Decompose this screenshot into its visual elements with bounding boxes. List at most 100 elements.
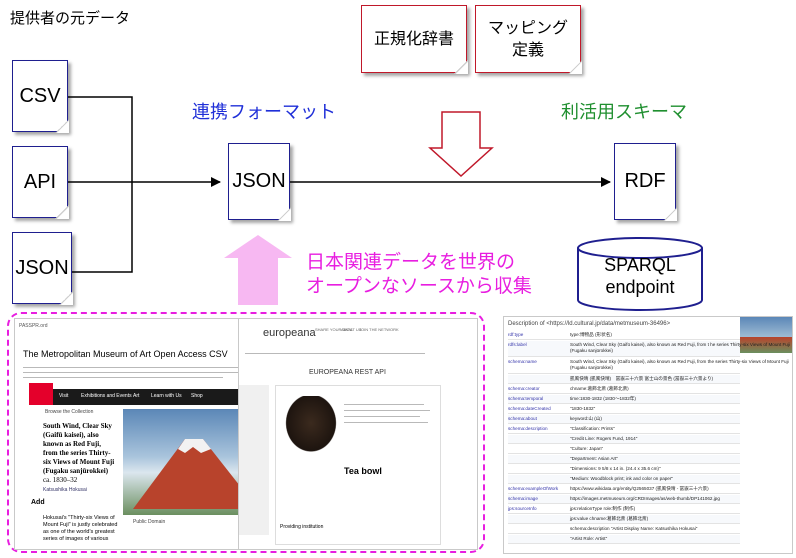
rdf-row: "Dimensions: 9 5/8 x 14 in. (24.4 x 35.6…	[508, 465, 740, 474]
collection-text-line1: 日本関連データを世界の	[306, 251, 516, 273]
rdf-screenshot: Description of <https://ld.cultural.jp/d…	[503, 316, 793, 554]
met-nav-item-2[interactable]: Art	[133, 393, 139, 399]
rdf-row-value: https://www.wikidata.org/entity/Q2565037…	[570, 486, 709, 491]
rdf-row-predicate[interactable]: schema:temporal	[508, 396, 568, 401]
diagram-canvas: 提供者の元データ CSV API JSON JSON RDF 正規化辞書 マッピ…	[0, 0, 796, 558]
sparql-label: SPARQL	[604, 255, 676, 275]
met-nav-item-1[interactable]: Exhibitions and Events	[81, 393, 132, 399]
europeana-card: Tea bowl Providing institution	[275, 385, 441, 545]
mapping-label-line2: 定義	[511, 40, 544, 59]
rdf-row-value: South Wind, Clear Sky (Gaifū kaisei), al…	[570, 359, 789, 370]
met-csv-title: The Metropolitan Museum of Art Open Acce…	[23, 349, 228, 359]
met-desc-1: Mount Fuji" is justly celebrated	[43, 522, 118, 528]
met-back-link[interactable]: Browse the Collection	[45, 409, 93, 415]
rdf-row-value: "Credit Line: Rogers Fund, 1914"	[570, 436, 638, 441]
rdf-row-value: "1830-1832"	[570, 406, 596, 411]
rdf-row-value: "Medium: Woodblock print; ink and color …	[570, 476, 674, 481]
rdf-label: RDF	[624, 170, 666, 192]
rdf-doc: RDF	[614, 143, 677, 221]
rdf-row-predicate[interactable]: jps:sourceInfo	[508, 506, 568, 511]
rdf-row: "Credit Line: Rogers Fund, 1914"	[508, 435, 740, 444]
rdf-row-value: time:1830-1832 (1830〜1832年)	[570, 396, 636, 401]
schema-label: 利活用スキーマ	[561, 102, 687, 123]
rdf-row: jps:sourceInfo jps:relationType role:制作 (…	[508, 505, 740, 514]
rdf-row-predicate[interactable]: schema:about	[508, 416, 568, 421]
europeana-api-title: EUROPEANA REST API	[309, 369, 386, 376]
rdf-row-predicate[interactable]: schema:image	[508, 496, 568, 501]
source-json-label: JSON	[15, 256, 69, 279]
rdf-row-value: type:博物品 (形状名)	[570, 332, 612, 337]
tea-bowl-image	[282, 396, 340, 456]
rdf-row: "Culture: Japan"	[508, 445, 740, 454]
rdf-row-predicate[interactable]: schema:dateCreated	[508, 406, 568, 411]
collection-text-line2: オープンなソースから収集	[306, 275, 532, 297]
rdf-row-predicate[interactable]: schema:creator	[508, 386, 568, 391]
rdf-row-value: "Culture: Japan"	[570, 446, 604, 451]
rdf-row-value: 凱風快晴 (凱風快晴) 冨嶽三十六景 富士山の景色 (冨嶽三十六景より)	[570, 376, 714, 381]
rdf-row: schema:about keyword:山 (山)	[508, 415, 740, 424]
rdf-row: rdf:type type:博物品 (形状名)	[508, 331, 740, 340]
rdf-row-value: "Artist Role: Artist"	[570, 536, 608, 541]
met-add-label: Add	[31, 499, 45, 506]
rdf-row: schema:description "Classification: Print…	[508, 425, 740, 434]
met-art-title-4: six Views of Mount Fuji	[43, 458, 115, 466]
rdf-row-value: "Dimensions: 9 5/8 x 14 in. (24.4 x 35.6…	[570, 466, 661, 471]
source-api-label: API	[23, 170, 57, 193]
provider-title: 提供者の元データ	[10, 9, 131, 27]
rdf-header: Description of <https://ld.cultural.jp/d…	[508, 321, 671, 327]
rdf-row: schema:image https://images.metmuseum.org…	[508, 495, 740, 504]
rdf-row: schema:temporal time:1830-1832 (1830〜1832…	[508, 395, 740, 404]
mapping-label-line1: マッピング	[487, 18, 568, 37]
met-nav-item-0[interactable]: Visit	[59, 393, 68, 399]
met-art-title-5: (Fugaku sanjūrokkei)	[43, 467, 109, 475]
rdf-row: schema:dateCreated "1830-1832"	[508, 405, 740, 414]
met-public-domain: Public Domain	[133, 519, 166, 525]
rdf-row: schema:exampleOfWork https://www.wikidata…	[508, 485, 740, 494]
rdf-row-value: chname:葛飾北斎 (葛飾北斎)	[570, 386, 629, 391]
rdf-row: "Department: Asian Art"	[508, 455, 740, 464]
rdf-row: schema:name South Wind, Clear Sky (Gaifū …	[508, 358, 789, 374]
rdf-row-predicate[interactable]: rdfs:label	[508, 342, 568, 347]
providing-institution-label: Providing institution	[280, 524, 324, 530]
rdf-row-value: "Classification: Prints"	[570, 426, 615, 431]
normalization-dictionary-doc: 正規化辞書	[361, 5, 468, 74]
intermediate-json-doc: JSON	[228, 143, 291, 221]
rdf-row: schema:creator chname:葛飾北斎 (葛飾北斎)	[508, 385, 740, 394]
met-desc-2: as one of the world's greatest	[43, 529, 115, 535]
up-arrow-pink	[224, 235, 292, 305]
rdf-row-value: jps:value chname:葛飾北斎 (葛飾北斎)	[570, 516, 649, 521]
normalization-dictionary-label: 正規化辞書	[373, 29, 454, 48]
met-screenshot: PASSPR.ord The Metropolitan Museum of Ar…	[14, 318, 272, 550]
met-logo-red	[29, 383, 53, 405]
mapping-definition-doc: マッピング 定義	[475, 5, 582, 74]
rdf-row-value: "Department: Asian Art"	[570, 456, 618, 461]
rdf-row-predicate[interactable]: schema:description	[508, 426, 568, 431]
rdf-row-value: keyword:山 (山)	[570, 416, 602, 421]
met-nav-item-4[interactable]: Shop	[191, 393, 203, 399]
met-art-title-0: South Wind, Clear Sky	[43, 422, 112, 430]
met-art-date: ca. 1830–32	[43, 476, 78, 484]
europeana-menu-2[interactable]: JOIN THE NETWORK	[359, 327, 399, 332]
met-art-title-3: from the series Thirty-	[43, 449, 111, 457]
rdf-row-predicate[interactable]: rdf:type	[508, 332, 568, 337]
rdf-row-predicate[interactable]: schema:name	[508, 359, 568, 364]
source-api-doc: API	[12, 146, 69, 219]
met-desc-0: Hokusai's "Thirty-six Views of	[43, 515, 115, 521]
endpoint-label: endpoint	[605, 277, 675, 297]
rdf-row: rdfs:label South Wind, Clear Sky (Gaifū k…	[508, 341, 790, 357]
tea-bowl-title: Tea bowl	[344, 466, 382, 476]
met-art-title-2: known as Red Fuji,	[43, 440, 101, 448]
source-json-doc: JSON	[12, 232, 73, 305]
met-artist[interactable]: Katsushika Hokusai	[43, 487, 87, 493]
met-logo: PASSPR.ord	[19, 323, 48, 329]
rdf-row-value: jps:relationType role:制作 (制作)	[570, 506, 636, 511]
rdf-row: "Medium: Woodblock print; ink and color …	[508, 475, 740, 484]
rdf-row-predicate[interactable]: schema:exampleOfWork	[508, 486, 568, 491]
europeana-screenshot: europeana SHARE YOUR DATA ABOUT US JOIN …	[238, 318, 478, 550]
met-art-title-1: (Gaifū kaisei), also	[43, 431, 99, 439]
europeana-logo: europeana	[263, 327, 316, 339]
rdf-row-value: South Wind, Clear Sky (Gaifū kaisei), al…	[570, 342, 790, 353]
met-desc-3: series of images of various	[43, 536, 109, 542]
met-nav-item-3[interactable]: Learn with Us	[151, 393, 182, 399]
met-nav-bar: Visit Exhibitions and Events Art Learn w…	[29, 383, 271, 405]
